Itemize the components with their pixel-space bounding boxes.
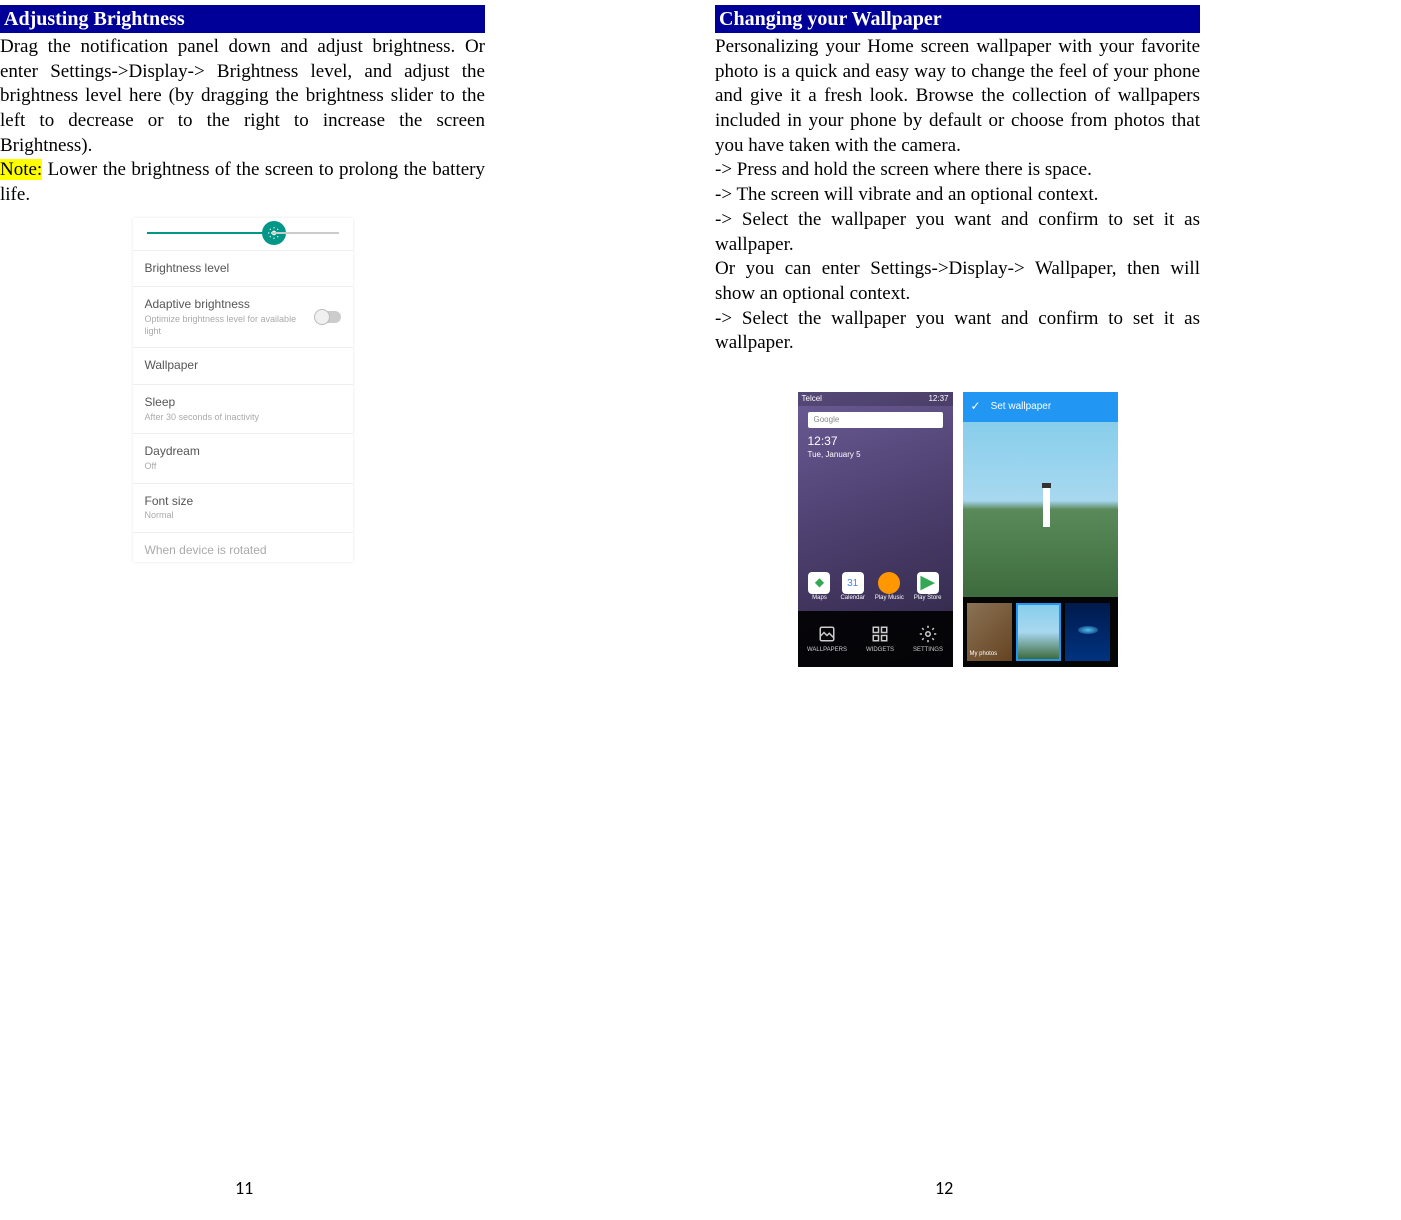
section-header-wallpaper: Changing your Wallpaper: [715, 5, 1200, 33]
app-play-music[interactable]: Play Music: [875, 572, 904, 603]
page-number-left: 11: [235, 1177, 253, 1200]
set-wallpaper-label: Set wallpaper: [991, 400, 1052, 413]
setting-subtitle: Optimize brightness level for available …: [145, 314, 315, 337]
clock-label: 12:37: [928, 394, 948, 404]
setting-title: Wallpaper: [145, 358, 341, 374]
note-label: Note:: [0, 159, 42, 180]
option-settings[interactable]: SETTINGS: [913, 624, 943, 655]
setting-title: Font size: [145, 494, 341, 510]
wallpaper-step: -> Select the wallpaper you want and con…: [715, 307, 1200, 356]
longpress-options: WALLPAPERS WIDGETS SETTINGS: [798, 611, 953, 667]
thumb-my-photos[interactable]: My photos: [967, 603, 1012, 661]
setting-adaptive-brightness[interactable]: Adaptive brightness Optimize brightness …: [133, 287, 353, 348]
setting-title: When device is rotated: [145, 543, 341, 559]
settings-icon: [918, 624, 938, 644]
setting-subtitle: Normal: [145, 510, 341, 522]
setting-title: Daydream: [145, 444, 341, 460]
wallpaper-step: -> Press and hold the screen where there…: [715, 158, 1200, 183]
option-wallpapers[interactable]: WALLPAPERS: [807, 624, 847, 655]
date-widget: 12:37 Tue, January 5: [808, 434, 943, 460]
setting-title: Sleep: [145, 395, 341, 411]
app-maps[interactable]: ◆Maps: [808, 572, 830, 603]
setting-daydream[interactable]: Daydream Off: [133, 434, 353, 483]
page-number-right: 12: [935, 1177, 953, 1200]
brightness-paragraph: Drag the notification panel down and adj…: [0, 35, 485, 158]
note-text: Lower the brightness of the screen to pr…: [0, 159, 485, 205]
setting-rotate[interactable]: When device is rotated: [133, 533, 353, 563]
setting-title: Adaptive brightness: [145, 297, 315, 313]
thumb-lighthouse[interactable]: [1016, 603, 1061, 661]
status-bar: Telcel 12:37: [798, 392, 953, 406]
wallpaper-thumbnails: My photos: [963, 597, 1118, 667]
display-settings-screenshot: Brightness level Adaptive brightness Opt…: [133, 218, 353, 563]
brightness-note: Note: Lower the brightness of the screen…: [0, 158, 485, 207]
widgets-icon: [870, 624, 890, 644]
wallpaper-picker-screenshot: ✓ Set wallpaper My photos: [963, 392, 1118, 667]
google-search-bar[interactable]: Google: [808, 412, 943, 428]
wallpapers-icon: [817, 624, 837, 644]
lighthouse-graphic: [1043, 487, 1050, 527]
setting-wallpaper[interactable]: Wallpaper: [133, 348, 353, 385]
date-label: Tue, January 5: [808, 450, 943, 460]
wallpaper-paragraph-2: Or you can enter Settings->Display-> Wal…: [715, 257, 1200, 306]
thumb-ocean[interactable]: [1065, 603, 1110, 661]
search-label: Google: [814, 415, 840, 425]
time-large: 12:37: [808, 434, 943, 450]
wallpaper-preview: [963, 422, 1118, 597]
brightness-slider-row: [133, 218, 353, 251]
wallpaper-step: -> The screen will vibrate and an option…: [715, 183, 1200, 208]
check-icon[interactable]: ✓: [971, 399, 981, 415]
setting-subtitle: After 30 seconds of inactivity: [145, 412, 341, 424]
setting-subtitle: Off: [145, 461, 341, 473]
app-calendar[interactable]: 31Calendar: [840, 572, 864, 603]
setting-sleep[interactable]: Sleep After 30 seconds of inactivity: [133, 385, 353, 434]
carrier-label: Telcel: [802, 394, 822, 404]
setting-brightness-level[interactable]: Brightness level: [133, 251, 353, 288]
app-row: ◆Maps 31Calendar Play Music ▶Play Store: [798, 570, 953, 605]
section-header-brightness: Adjusting Brightness: [0, 5, 485, 33]
wallpaper-paragraph: Personalizing your Home screen wallpaper…: [715, 35, 1200, 158]
adaptive-toggle[interactable]: [315, 311, 341, 323]
option-widgets[interactable]: WIDGETS: [866, 624, 894, 655]
setting-title: Brightness level: [145, 261, 341, 277]
home-longpress-screenshot: Telcel 12:37 Google 12:37 Tue, January 5…: [798, 392, 953, 667]
wallpaper-picker-header: ✓ Set wallpaper: [963, 392, 1118, 422]
wallpaper-step: -> Select the wallpaper you want and con…: [715, 208, 1200, 257]
brightness-slider[interactable]: [147, 232, 339, 234]
brightness-icon: [267, 226, 281, 240]
setting-font-size[interactable]: Font size Normal: [133, 484, 353, 533]
brightness-slider-thumb[interactable]: [262, 221, 286, 245]
app-play-store[interactable]: ▶Play Store: [914, 572, 942, 603]
